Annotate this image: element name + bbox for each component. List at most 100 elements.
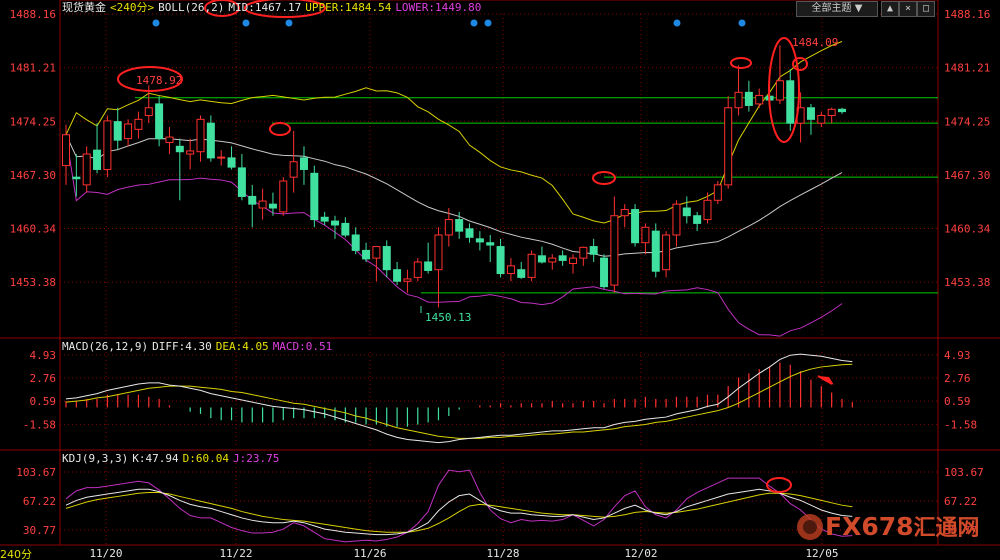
macd-dea-value: DEA:4.05: [215, 340, 269, 353]
candle: [393, 261, 402, 286]
candle-body: [651, 230, 660, 272]
candle: [206, 115, 215, 162]
candle-body: [310, 172, 319, 221]
candle-body: [486, 242, 495, 246]
macd-label: MACD(26,12,9): [62, 340, 149, 353]
x-tick-label: 11/26: [353, 547, 386, 560]
candle-body: [134, 118, 143, 130]
candle: [424, 242, 433, 274]
arrow-up-icon[interactable]: ▲: [881, 1, 899, 17]
macd-value: MACD:0.51: [272, 340, 333, 353]
candle-body: [403, 278, 412, 282]
candle: [693, 211, 702, 232]
maximize-icon[interactable]: □: [917, 1, 935, 17]
candle: [413, 258, 422, 282]
candle: [237, 154, 246, 201]
candle-body: [299, 157, 308, 170]
kdj-k-value: K:47.94: [132, 452, 179, 465]
candle-body: [113, 121, 122, 141]
candle: [434, 227, 443, 308]
candle: [279, 177, 288, 216]
candle: [537, 246, 546, 264]
candle-body: [444, 219, 453, 236]
candle: [517, 261, 526, 279]
chart-canvas[interactable]: 1488.16 1488.16 1481.21 1481.21 1474.25 1474.…: [0, 0, 1000, 560]
period-label: <240分>: [110, 1, 155, 14]
candle-body: [72, 176, 81, 180]
candle-body: [217, 156, 226, 159]
candle-body: [465, 228, 474, 238]
highlight-circle: [768, 37, 800, 143]
candle: [475, 231, 484, 251]
candle-body: [289, 161, 298, 178]
y-tick-label: 103.67: [16, 466, 56, 479]
highlight-circle: [730, 57, 752, 69]
candle-body: [279, 180, 288, 213]
event-dot: [242, 19, 250, 27]
macd-header: MACD(26,12,9) DIFF:4.30 DEA:4.05 MACD:0.51: [62, 341, 336, 353]
candle-body: [672, 203, 681, 236]
highlight-circle: [269, 122, 291, 136]
candle: [196, 115, 205, 162]
candle-body: [413, 261, 422, 278]
theme-select-button[interactable]: 全部主题 ▼: [796, 1, 878, 17]
candle: [827, 107, 836, 124]
y-tick-label: 1481.21: [10, 62, 56, 75]
watermark-text: FX678: [825, 512, 914, 541]
candle: [548, 254, 557, 270]
candle-body: [331, 220, 340, 226]
candle: [217, 150, 226, 166]
candle-body: [631, 209, 640, 244]
candle-body: [568, 257, 577, 265]
candle: [227, 146, 236, 170]
x-tick-label: 12/05: [805, 547, 838, 560]
x-tick-label: 12/02: [624, 547, 657, 560]
candle: [341, 217, 350, 238]
candle: [113, 107, 122, 151]
candle: [124, 119, 133, 147]
dea-line: [65, 363, 853, 439]
candle: [134, 111, 143, 139]
y-tick-label: 67.22: [944, 495, 977, 508]
y-tick-label: 1474.25: [10, 115, 56, 128]
period-button[interactable]: 240分: [0, 546, 32, 560]
candle-body: [165, 136, 174, 143]
candle-body: [744, 91, 753, 106]
boll-upper-value: UPPER:1484.54: [305, 1, 392, 14]
candle-body: [786, 80, 795, 124]
candle-body: [175, 145, 184, 153]
y-tick-label: 1460.34: [944, 223, 991, 236]
candle-body: [320, 216, 329, 222]
highlight-circle: [592, 171, 616, 185]
candle: [662, 231, 671, 278]
boll-lower-value: LOWER:1449.80: [395, 1, 482, 14]
x-tick-label: 11/20: [89, 547, 122, 560]
event-dot: [673, 19, 681, 27]
candle-body: [393, 269, 402, 282]
d-line: [65, 491, 853, 533]
candle-body: [268, 203, 277, 209]
close-icon[interactable]: ×: [899, 1, 917, 17]
watermark: FX678汇通网: [825, 510, 980, 542]
y-tick-label: 1453.38: [944, 276, 990, 289]
candle: [744, 80, 753, 112]
y-tick-label: 1488.16: [10, 8, 56, 21]
candle-body: [248, 195, 257, 205]
candle-body: [455, 219, 464, 232]
candle: [558, 250, 567, 266]
candle-body: [517, 269, 526, 278]
candle: [496, 238, 505, 278]
diff-line: [65, 353, 853, 444]
candle: [186, 138, 195, 170]
candle: [103, 115, 112, 178]
instrument-name: 现货黄金: [62, 1, 106, 14]
candle-body: [506, 265, 515, 275]
candle-body: [724, 107, 733, 186]
candle: [631, 204, 640, 247]
candle: [786, 69, 795, 131]
highlight-circle: [766, 477, 792, 493]
candle: [641, 223, 650, 255]
y-tick-label: -1.58: [23, 418, 56, 431]
candle: [755, 88, 764, 108]
candle-body: [838, 108, 846, 113]
